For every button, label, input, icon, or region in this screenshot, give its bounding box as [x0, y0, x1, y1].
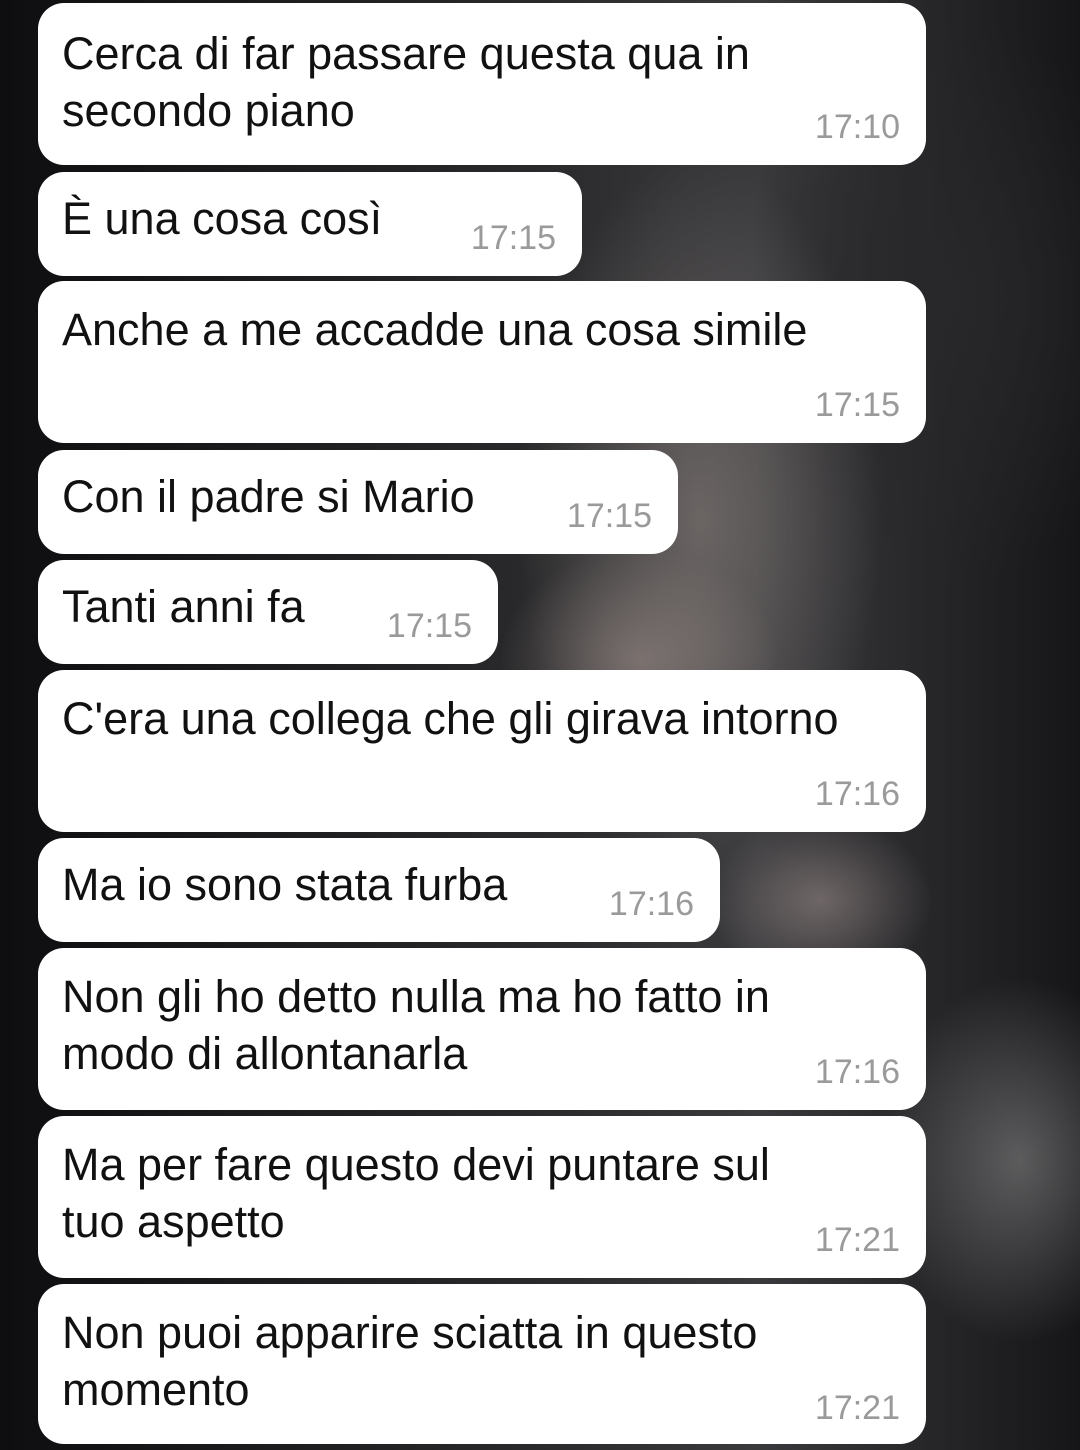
- message-line: Cerca di far passare questa qua in: [62, 28, 750, 79]
- message-line: Tanti anni fa: [62, 581, 305, 632]
- message-text: Ma io sono stata furba: [62, 856, 507, 913]
- message-text: Ma per fare questo devi puntare sul tuo …: [62, 1136, 770, 1250]
- message-text: C'era una collega che gli girava intorno: [62, 690, 839, 747]
- message-text: Non gli ho detto nulla ma ho fatto in mo…: [62, 968, 770, 1082]
- message-text: Con il padre si Mario: [62, 468, 475, 525]
- message-bubble[interactable]: Non puoi apparire sciatta in questo mome…: [38, 1284, 926, 1444]
- message-line: tuo aspetto: [62, 1196, 285, 1247]
- message-line: Ma per fare questo devi puntare sul: [62, 1139, 770, 1190]
- message-timestamp: 17:21: [814, 1221, 900, 1259]
- message-timestamp: 17:15: [814, 386, 900, 424]
- message-timestamp: 17:21: [814, 1389, 900, 1427]
- message-timestamp: 17:16: [814, 1053, 900, 1091]
- message-bubble[interactable]: È una cosa così 17:15: [38, 172, 582, 276]
- message-bubble[interactable]: Con il padre si Mario 17:15: [38, 450, 678, 554]
- message-line: Anche a me accadde una cosa simile: [62, 304, 808, 355]
- message-text: Cerca di far passare questa qua in secon…: [62, 25, 750, 139]
- message-line: È una cosa così: [62, 193, 383, 244]
- message-bubble[interactable]: Non gli ho detto nulla ma ho fatto in mo…: [38, 948, 926, 1110]
- message-timestamp: 17:10: [814, 108, 900, 146]
- message-text: Non puoi apparire sciatta in questo mome…: [62, 1304, 757, 1418]
- message-line: Non puoi apparire sciatta in questo: [62, 1307, 758, 1358]
- message-bubble[interactable]: Ma per fare questo devi puntare sul tuo …: [38, 1116, 926, 1278]
- message-bubble[interactable]: Cerca di far passare questa qua in secon…: [38, 3, 926, 165]
- message-bubble[interactable]: Ma io sono stata furba 17:16: [38, 838, 720, 942]
- message-line: modo di allontanarla: [62, 1028, 468, 1079]
- message-line: Con il padre si Mario: [62, 471, 475, 522]
- message-timestamp: 17:15: [566, 497, 652, 535]
- message-timestamp: 17:16: [814, 775, 900, 813]
- message-bubble[interactable]: C'era una collega che gli girava intorno…: [38, 670, 926, 832]
- message-line: C'era una collega che gli girava intorno: [62, 693, 839, 744]
- message-text: È una cosa così: [62, 190, 382, 247]
- message-timestamp: 17:15: [386, 607, 472, 645]
- message-bubble[interactable]: Tanti anni fa 17:15: [38, 560, 498, 664]
- message-line: Non gli ho detto nulla ma ho fatto in: [62, 971, 770, 1022]
- message-line: momento: [62, 1364, 250, 1415]
- message-text: Tanti anni fa: [62, 578, 305, 635]
- message-text: Anche a me accadde una cosa simile: [62, 301, 807, 358]
- message-line: secondo piano: [62, 85, 355, 136]
- message-bubble[interactable]: Anche a me accadde una cosa simile 17:15: [38, 281, 926, 443]
- message-line: Ma io sono stata furba: [62, 859, 508, 910]
- message-timestamp: 17:15: [470, 219, 556, 257]
- message-list[interactable]: Cerca di far passare questa qua in secon…: [0, 0, 1080, 1450]
- message-timestamp: 17:16: [608, 885, 694, 923]
